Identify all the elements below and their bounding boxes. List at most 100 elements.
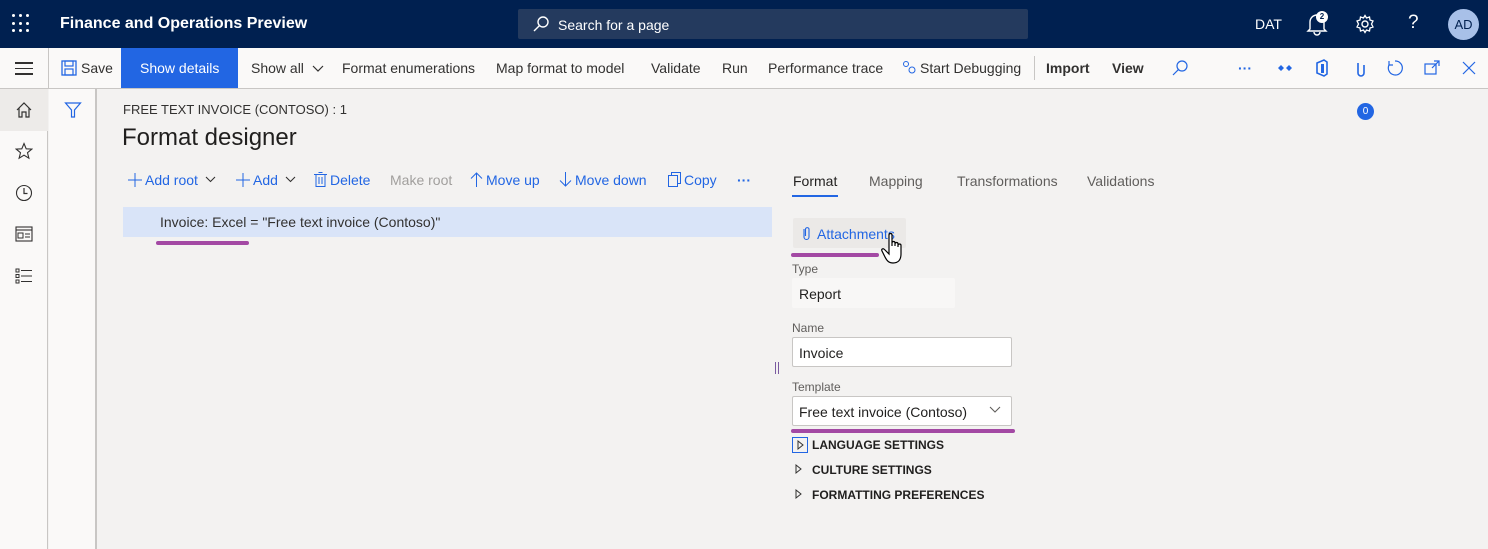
action-pane: Save Show details Show all Format enumer… bbox=[0, 48, 1488, 120]
add-root-button[interactable]: Add root bbox=[128, 172, 219, 188]
nav-recent[interactable] bbox=[0, 172, 48, 214]
validate-button[interactable]: Validate bbox=[651, 48, 701, 88]
type-field: Report bbox=[792, 278, 955, 308]
tab-format[interactable]: Format bbox=[793, 173, 837, 189]
help-icon[interactable]: ? bbox=[1408, 12, 1419, 34]
make-root-button[interactable]: Make root bbox=[390, 172, 452, 188]
start-debugging-label: Start Debugging bbox=[920, 60, 1022, 76]
plus-icon bbox=[236, 173, 250, 187]
map-format-to-model-button[interactable]: Map format to model bbox=[496, 48, 624, 88]
clock-icon bbox=[15, 184, 33, 202]
type-label: Type bbox=[792, 262, 819, 276]
left-navigation bbox=[0, 89, 48, 549]
filter-icon[interactable] bbox=[64, 101, 82, 119]
show-details-button[interactable]: Show details bbox=[121, 48, 239, 88]
app-title[interactable]: Finance and Operations Preview bbox=[60, 15, 307, 33]
active-tab-indicator bbox=[792, 195, 838, 197]
highlight-underline bbox=[156, 241, 249, 245]
settings-gear-icon[interactable] bbox=[1355, 14, 1375, 34]
chevron-down-icon bbox=[285, 176, 296, 183]
open-in-new-window-icon[interactable] bbox=[1423, 59, 1441, 77]
arrow-down-icon bbox=[559, 172, 572, 187]
show-all-dropdown[interactable]: Show all bbox=[251, 48, 324, 88]
expand-arrow-icon[interactable] bbox=[792, 487, 808, 503]
tree-more-options-button[interactable]: ··· bbox=[737, 172, 751, 188]
hamburger-menu-icon[interactable] bbox=[15, 62, 33, 76]
nav-workspaces[interactable] bbox=[0, 213, 48, 255]
debug-gears-icon bbox=[903, 61, 916, 74]
nav-favorites[interactable] bbox=[0, 130, 48, 172]
power-apps-icon[interactable] bbox=[1276, 59, 1294, 77]
import-menu[interactable]: Import bbox=[1046, 48, 1090, 88]
move-down-button[interactable]: Move down bbox=[559, 172, 647, 188]
start-debugging-button[interactable]: Start Debugging bbox=[901, 48, 1021, 88]
delete-button[interactable]: Delete bbox=[314, 172, 370, 188]
search-icon[interactable] bbox=[1171, 59, 1189, 77]
tree-node-label: Invoice: Excel = "Free text invoice (Con… bbox=[160, 214, 441, 230]
copy-button[interactable]: Copy bbox=[668, 172, 717, 188]
breadcrumb: FREE TEXT INVOICE (CONTOSO) : 1 bbox=[123, 102, 347, 117]
type-value: Report bbox=[799, 286, 842, 302]
chevron-down-icon bbox=[989, 406, 1001, 413]
add-button[interactable]: Add bbox=[236, 172, 299, 188]
performance-trace-button[interactable]: Performance trace bbox=[768, 48, 883, 88]
format-enumerations-button[interactable]: Format enumerations bbox=[342, 48, 475, 88]
move-down-label: Move down bbox=[575, 172, 647, 188]
pane-splitter-handle[interactable] bbox=[775, 362, 779, 374]
arrow-up-icon bbox=[470, 172, 483, 187]
chevron-down-icon bbox=[312, 65, 324, 72]
name-input[interactable]: Invoice bbox=[792, 337, 1012, 367]
tree-node[interactable]: Invoice: Excel = "Free text invoice (Con… bbox=[123, 207, 772, 237]
view-menu[interactable]: View bbox=[1112, 48, 1144, 88]
section-label: CULTURE SETTINGS bbox=[812, 463, 932, 477]
save-button[interactable]: Save bbox=[61, 48, 113, 88]
add-root-label: Add root bbox=[145, 172, 198, 188]
trash-icon bbox=[314, 172, 327, 187]
delete-label: Delete bbox=[330, 172, 371, 188]
template-label: Template bbox=[792, 380, 841, 394]
user-avatar[interactable]: AD bbox=[1448, 9, 1479, 40]
search-icon bbox=[533, 16, 549, 32]
app-launcher-icon[interactable] bbox=[12, 14, 32, 34]
highlight-underline bbox=[791, 429, 1015, 433]
workspace-icon bbox=[15, 226, 33, 242]
office-icon[interactable] bbox=[1313, 59, 1331, 77]
refresh-icon[interactable] bbox=[1386, 59, 1404, 77]
company-picker[interactable]: DAT bbox=[1255, 16, 1282, 32]
page-title: Format designer bbox=[122, 124, 297, 151]
run-button[interactable]: Run bbox=[722, 48, 748, 88]
top-navigation-bar: Finance and Operations Preview Search fo… bbox=[0, 0, 1488, 48]
copy-icon bbox=[668, 172, 681, 187]
highlight-underline bbox=[791, 253, 879, 257]
template-dropdown[interactable]: Free text invoice (Contoso) bbox=[792, 396, 1012, 426]
move-up-button[interactable]: Move up bbox=[470, 172, 540, 188]
filter-pane bbox=[49, 89, 97, 549]
star-icon bbox=[15, 142, 33, 160]
move-up-label: Move up bbox=[486, 172, 540, 188]
expand-arrow-icon[interactable] bbox=[792, 462, 808, 478]
save-label: Save bbox=[81, 60, 113, 76]
tab-transformations[interactable]: Transformations bbox=[957, 173, 1058, 189]
nav-home[interactable] bbox=[0, 89, 48, 131]
list-icon bbox=[15, 268, 32, 284]
tab-validations[interactable]: Validations bbox=[1087, 173, 1154, 189]
notification-count-badge: 2 bbox=[1316, 11, 1328, 23]
paperclip-icon bbox=[803, 227, 810, 241]
section-label: LANGUAGE SETTINGS bbox=[812, 438, 945, 452]
search-input[interactable]: Search for a page bbox=[518, 9, 1028, 39]
expand-arrow-icon[interactable] bbox=[792, 437, 808, 453]
attachments-count-badge: 0 bbox=[1357, 103, 1374, 120]
copy-label: Copy bbox=[684, 172, 717, 188]
template-value: Free text invoice (Contoso) bbox=[799, 404, 968, 420]
chevron-down-icon bbox=[205, 176, 216, 183]
nav-modules[interactable] bbox=[0, 255, 48, 297]
attachments-paperclip-icon[interactable] bbox=[1352, 59, 1370, 77]
plus-icon bbox=[128, 173, 142, 187]
section-label: FORMATTING PREFERENCES bbox=[812, 488, 985, 502]
save-icon bbox=[61, 60, 77, 76]
tab-mapping[interactable]: Mapping bbox=[869, 173, 923, 189]
more-options-button[interactable]: ··· bbox=[1238, 48, 1252, 88]
add-label: Add bbox=[253, 172, 278, 188]
close-icon[interactable] bbox=[1460, 59, 1478, 77]
name-value: Invoice bbox=[799, 345, 844, 361]
